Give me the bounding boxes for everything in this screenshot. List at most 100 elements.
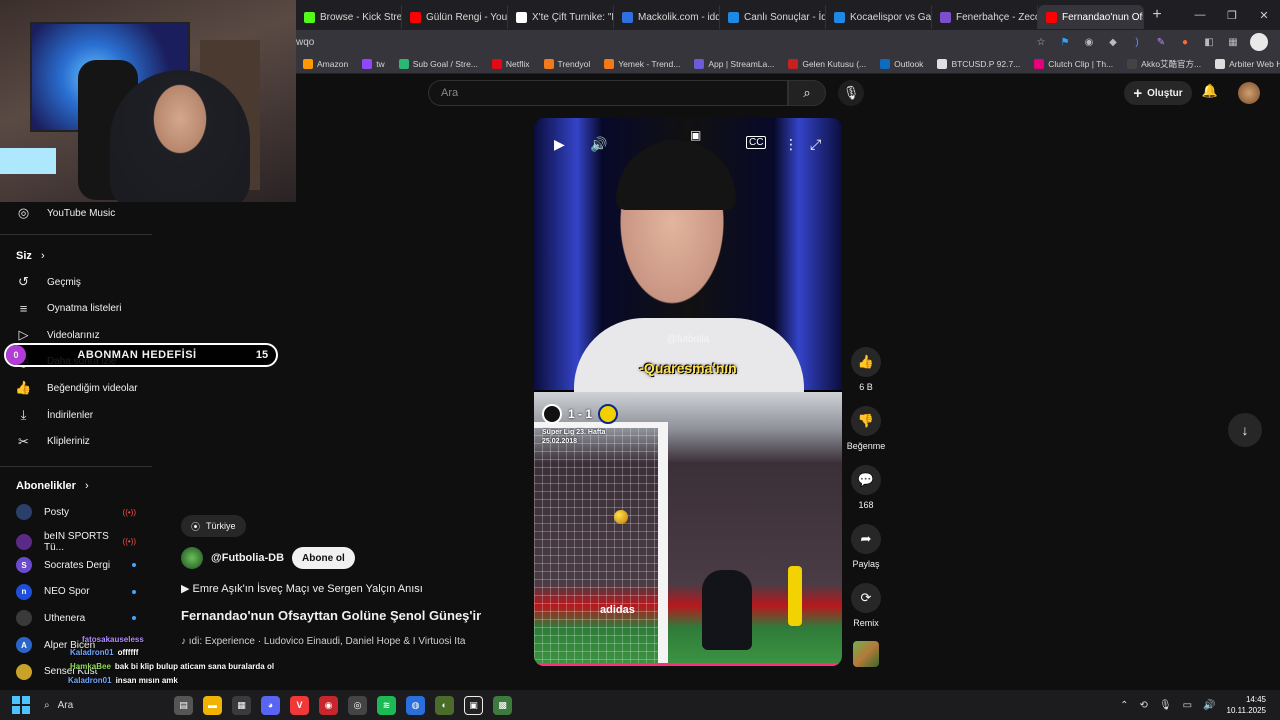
- bookmark-item[interactable]: App | StreamLa...: [687, 58, 781, 69]
- browser-tab[interactable]: Mackolik.com - iddaa,c: [614, 5, 720, 29]
- close-icon[interactable]: ✕: [1248, 9, 1280, 22]
- bookmark-item[interactable]: Gelen Kutusu (...: [781, 58, 873, 69]
- video-progress-bar[interactable]: [534, 663, 842, 666]
- location-chip[interactable]: ⦿ Türkiye: [181, 515, 246, 537]
- subscription-item[interactable]: Posty ((•)): [16, 504, 136, 520]
- subscribe-button[interactable]: Abone ol: [292, 547, 355, 569]
- sidebar-section-subscriptions[interactable]: Abonelikler ›: [16, 480, 89, 492]
- notifications-bell-icon[interactable]: 🔔: [1200, 83, 1220, 103]
- spotify-icon[interactable]: ≋: [377, 695, 396, 715]
- bookmark-star-icon[interactable]: ☆: [1034, 35, 1048, 49]
- bookmark-item[interactable]: Trendyol: [537, 58, 598, 69]
- search-button[interactable]: ⌕: [788, 80, 826, 106]
- app-icon[interactable]: ◉: [319, 695, 338, 715]
- extension-icon[interactable]: ●: [1178, 35, 1192, 49]
- browser-profile-avatar[interactable]: [1250, 33, 1268, 51]
- sound-thumbnail[interactable]: [853, 641, 879, 667]
- browser-tab[interactable]: Gülün Rengi - YouTube: [402, 5, 508, 29]
- volume-icon[interactable]: 🔊: [1203, 700, 1215, 711]
- extension-icon[interactable]: ✎: [1154, 35, 1168, 49]
- account-avatar[interactable]: [1238, 82, 1260, 104]
- more-options-icon[interactable]: ⋮: [784, 136, 798, 153]
- play-icon[interactable]: ▶: [554, 136, 565, 153]
- subscription-item[interactable]: Uthenera: [16, 610, 136, 627]
- arrow-down-icon: ↓: [1241, 422, 1249, 438]
- bookmark-item[interactable]: Outlook: [873, 58, 930, 69]
- app-icon[interactable]: ◐: [435, 695, 454, 715]
- miniplayer-icon[interactable]: ▣: [690, 128, 701, 142]
- channel-avatar[interactable]: [181, 547, 203, 569]
- next-video-button[interactable]: ↓: [1228, 413, 1262, 447]
- webcam-monitor: [0, 148, 56, 174]
- volume-icon[interactable]: 🔊: [590, 136, 607, 153]
- extension-icon[interactable]: ): [1130, 35, 1144, 49]
- bookmark-item[interactable]: Clutch Clip | Th...: [1027, 58, 1120, 69]
- browser-tab[interactable]: Fernandao'nun Ofsayttı: [1038, 5, 1144, 29]
- bookmark-item[interactable]: BTCUSD.P 92.7...: [930, 58, 1027, 69]
- tab-title: Browse - Kick Streamin: [320, 11, 402, 23]
- task-view-icon[interactable]: ▤: [174, 695, 193, 715]
- bookmark-item[interactable]: Sub Goal / Stre...: [392, 58, 485, 69]
- sidebar-item-playlists[interactable]: ≡ Oynatma listeleri: [16, 299, 122, 319]
- captions-icon[interactable]: CC: [746, 136, 767, 149]
- comments-button[interactable]: 💬 168: [846, 465, 886, 510]
- voice-search-button[interactable]: 🎙: [838, 80, 864, 106]
- steam-icon[interactable]: ◍: [406, 695, 425, 715]
- browser-tab[interactable]: X'te Çift Turnike: "Koca: [508, 5, 614, 29]
- browser-tab[interactable]: Canlı Sonuçlar - İddaa: [720, 5, 826, 29]
- url-field[interactable]: wqo: [296, 37, 1034, 48]
- sidebar-item-history[interactable]: ↺ Geçmiş: [16, 272, 81, 292]
- network-icon[interactable]: ▭: [1183, 700, 1192, 711]
- bookmark-item[interactable]: Amazon: [296, 58, 355, 69]
- bookmark-item[interactable]: Akko艾酷官方...: [1120, 58, 1208, 70]
- discord-icon[interactable]: ◕: [261, 695, 280, 715]
- bookmark-item[interactable]: Arbiter Web H...: [1208, 58, 1280, 69]
- video-title[interactable]: Fernandao'nun Ofsayttan Golüne Şenol Gün…: [181, 608, 481, 623]
- vivaldi-icon[interactable]: V: [290, 695, 309, 715]
- remix-button[interactable]: ⟳ Remix: [846, 583, 886, 628]
- create-button[interactable]: + Oluştur: [1124, 81, 1192, 105]
- browser-tab[interactable]: Fenerbahçe - Zecorner: [932, 5, 1038, 29]
- store-icon[interactable]: ▦: [232, 695, 251, 715]
- sidebar-item-downloads[interactable]: ⤓ İndirilenler: [16, 405, 94, 425]
- maximize-icon[interactable]: ❐: [1216, 9, 1248, 22]
- file-explorer-icon[interactable]: ▬: [203, 695, 222, 715]
- extension-icon[interactable]: ◉: [1082, 35, 1096, 49]
- subscription-item[interactable]: n NEO Spor: [16, 583, 136, 600]
- share-button[interactable]: ➦ Paylaş: [846, 524, 886, 569]
- new-tab-button[interactable]: +: [1144, 6, 1170, 24]
- subscription-item[interactable]: beIN SPORTS Tü... ((•)): [16, 531, 136, 553]
- sidebar-section-you[interactable]: Siz ›: [16, 250, 45, 262]
- taskbar-search[interactable]: ⌕ Ara: [44, 700, 164, 711]
- dislike-button[interactable]: 👎 Beğenme: [846, 406, 886, 451]
- sidebar-item-clips[interactable]: ✂ Klipleriniz: [16, 432, 90, 452]
- extension-icon[interactable]: ◆: [1106, 35, 1120, 49]
- sync-icon[interactable]: ⟲: [1140, 700, 1148, 711]
- extension-icon[interactable]: ⚑: [1058, 35, 1072, 49]
- bookmark-item[interactable]: Yemek - Trend...: [597, 58, 687, 69]
- app-icon[interactable]: ▩: [493, 695, 512, 715]
- browser-tab[interactable]: Kocaelispor vs Galatasa: [826, 5, 932, 29]
- search-input[interactable]: Ara: [428, 80, 788, 106]
- microphone-icon[interactable]: 🎙: [1159, 700, 1172, 711]
- like-button[interactable]: 👍 6 B: [846, 347, 886, 392]
- extension-icon[interactable]: ◧: [1202, 35, 1216, 49]
- shorts-player[interactable]: @futbolia -Quaresma'nın ▶ 🔊 ▣ CC ⋮ ⤢ 1 -…: [534, 118, 842, 666]
- sidebar-item-liked-videos[interactable]: 👍 Beğendiğim videolar: [15, 378, 137, 398]
- start-button[interactable]: [12, 696, 30, 714]
- bookmark-item[interactable]: Netflix: [485, 58, 537, 69]
- clock[interactable]: 14:45 10.11.2025: [1227, 694, 1266, 716]
- subscription-item[interactable]: S Socrates Dergi: [16, 557, 136, 574]
- bookmark-item[interactable]: tw: [355, 58, 392, 69]
- browser-tab[interactable]: Browse - Kick Streamin: [296, 5, 402, 29]
- related-video-link[interactable]: ▶ Emre Aşık'ın İsveç Maçı ve Sergen Yalç…: [181, 582, 423, 595]
- youtube-music-icon: ◎: [17, 205, 30, 220]
- sidebar-item-youtube-music[interactable]: ◎ YouTube Music: [16, 203, 115, 223]
- obs-icon[interactable]: ◎: [348, 695, 367, 715]
- fullscreen-icon[interactable]: ⤢: [810, 136, 821, 153]
- channel-name[interactable]: @Futbolia-DB: [211, 552, 284, 564]
- chevron-up-icon[interactable]: ⌃: [1120, 700, 1128, 711]
- epic-icon[interactable]: ▣: [464, 695, 483, 715]
- extensions-puzzle-icon[interactable]: ▦: [1226, 35, 1240, 49]
- minimize-icon[interactable]: —: [1184, 9, 1216, 22]
